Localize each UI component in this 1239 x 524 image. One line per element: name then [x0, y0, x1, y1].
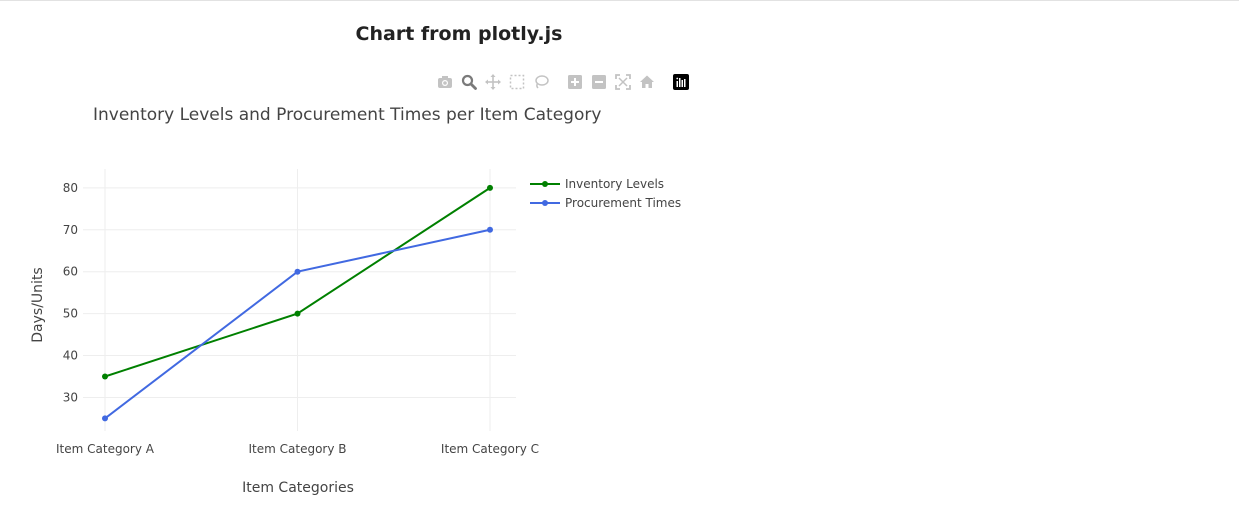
y-tick-label: 40	[63, 349, 78, 363]
chart-legend[interactable]: Inventory Levels Procurement Times	[530, 177, 681, 210]
y-tick-label: 80	[63, 181, 78, 195]
data-point[interactable]	[102, 373, 108, 380]
x-tick-label: Item Category A	[56, 442, 155, 456]
y-tick-label: 50	[63, 307, 78, 321]
legend-label[interactable]: Procurement Times	[565, 196, 681, 210]
legend-label[interactable]: Inventory Levels	[565, 177, 664, 191]
y-tick-label: 30	[63, 390, 78, 404]
data-point[interactable]	[294, 310, 301, 317]
y-axis-ticks: 30 40 50 60 70 80	[63, 181, 78, 405]
data-point[interactable]	[102, 415, 108, 422]
x-tick-label: Item Category B	[249, 442, 347, 456]
x-axis-title: Item Categories	[242, 480, 354, 496]
legend-swatch-marker[interactable]	[542, 181, 548, 187]
page: Chart from plotly.js Inventory Levels an…	[0, 0, 1239, 524]
x-tick-label: Item Category C	[441, 442, 539, 456]
data-point[interactable]	[487, 226, 493, 233]
line-chart: Inventory Levels and Procurement Times p…	[30, 105, 681, 496]
x-axis-ticks: Item Category A Item Category B Item Categ…	[56, 442, 539, 456]
y-axis-title: Days/Units	[30, 267, 46, 342]
y-tick-label: 70	[63, 223, 78, 237]
legend-swatch-marker[interactable]	[542, 200, 548, 206]
y-tick-label: 60	[63, 265, 78, 279]
chart-title: Inventory Levels and Procurement Times p…	[93, 105, 601, 125]
chart-grid	[83, 169, 516, 431]
data-point[interactable]	[294, 268, 301, 275]
data-point[interactable]	[487, 184, 493, 191]
